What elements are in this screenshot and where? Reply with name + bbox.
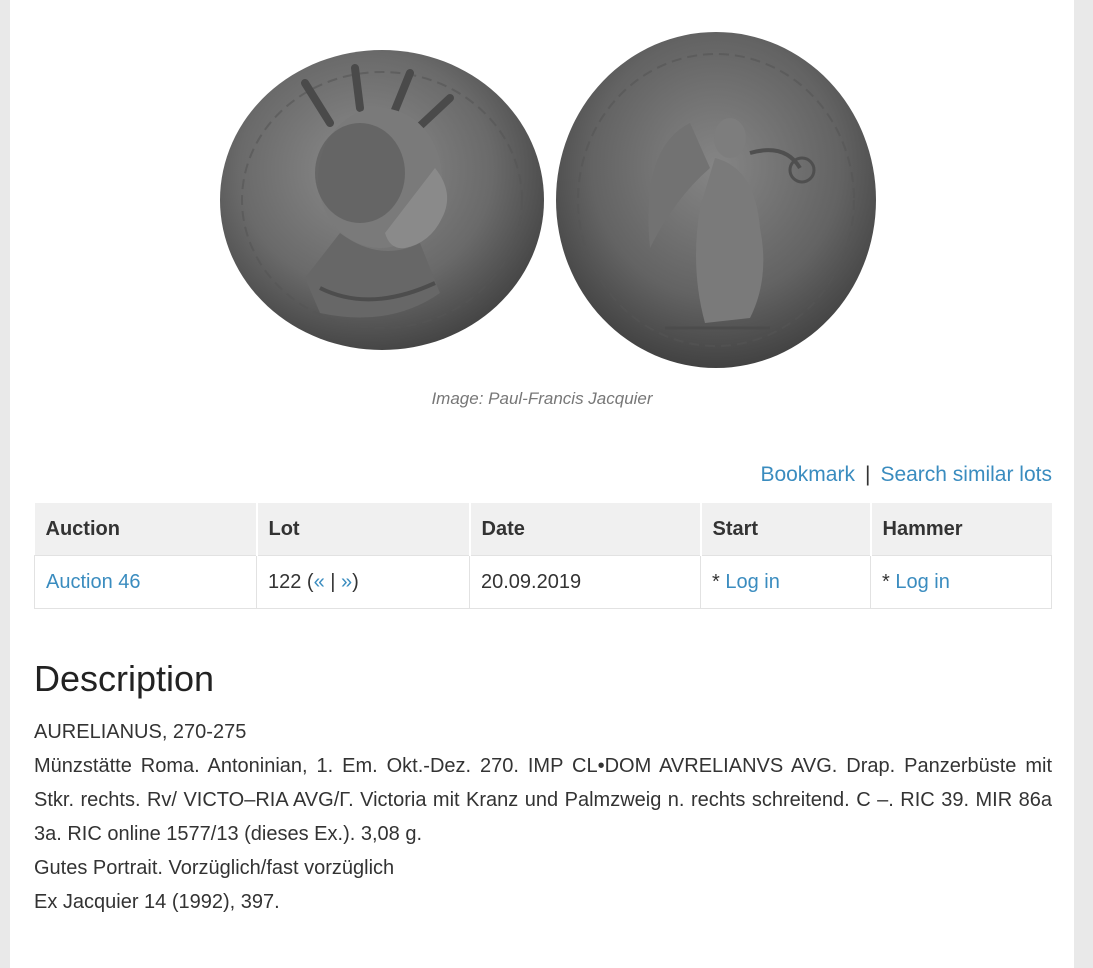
auction-link[interactable]: Auction 46	[46, 571, 141, 593]
lot-nav-separator: |	[324, 570, 342, 593]
coin-obverse-icon	[220, 50, 544, 350]
description-line: Münzstätte Roma. Antoninian, 1. Em. Okt.…	[34, 755, 1052, 845]
column-header-hammer: Hammer	[870, 503, 1052, 556]
start-cell: * Log in	[700, 555, 871, 609]
date-cell: 20.09.2019	[469, 555, 701, 609]
search-similar-lots-link[interactable]: Search similar lots	[880, 463, 1052, 486]
coin-image[interactable]	[210, 28, 894, 376]
column-header-date: Date	[469, 503, 702, 556]
coin-photo	[220, 32, 876, 368]
description-line: Gutes Portrait. Vorzüglich/fast vorzügli…	[34, 857, 395, 879]
description-body: AURELIANUS, 270-275 Münzstätte Roma. Ant…	[34, 715, 1052, 919]
actions-separator: |	[864, 463, 871, 486]
auction-cell: Auction 46	[34, 555, 257, 609]
lot-actions: Bookmark | Search similar lots	[760, 463, 1052, 487]
hammer-cell: * Log in	[870, 555, 1052, 609]
column-header-lot: Lot	[256, 503, 471, 556]
next-lot-link[interactable]: »	[341, 571, 352, 593]
lot-info-table: Auction Lot Date Start Hammer Auction 46…	[34, 503, 1052, 609]
coin-reverse-icon	[556, 32, 876, 368]
table-row: Auction 46 122 (« | ») 20.09.2019 * Log …	[34, 555, 1052, 609]
start-login-link[interactable]: Log in	[725, 571, 780, 593]
description-heading: Description	[34, 658, 215, 699]
lot-nav-close: )	[352, 570, 359, 593]
column-header-start: Start	[700, 503, 872, 556]
hammer-prefix: *	[882, 570, 896, 593]
lot-number: 122 (	[268, 570, 314, 593]
description-line: Ex Jacquier 14 (1992), 397.	[34, 891, 280, 913]
description-line: AURELIANUS, 270-275	[34, 721, 247, 743]
lot-cell: 122 (« | »)	[256, 555, 470, 609]
table-header-row: Auction Lot Date Start Hammer	[34, 503, 1052, 556]
lot-page: Image: Paul-Francis Jacquier Bookmark | Se…	[10, 0, 1074, 968]
previous-lot-link[interactable]: «	[314, 571, 325, 593]
image-credit: Image: Paul-Francis Jacquier	[431, 389, 653, 408]
bookmark-link[interactable]: Bookmark	[760, 463, 855, 486]
hammer-login-link[interactable]: Log in	[895, 571, 950, 593]
start-prefix: *	[712, 570, 726, 593]
column-header-auction: Auction	[34, 503, 258, 556]
